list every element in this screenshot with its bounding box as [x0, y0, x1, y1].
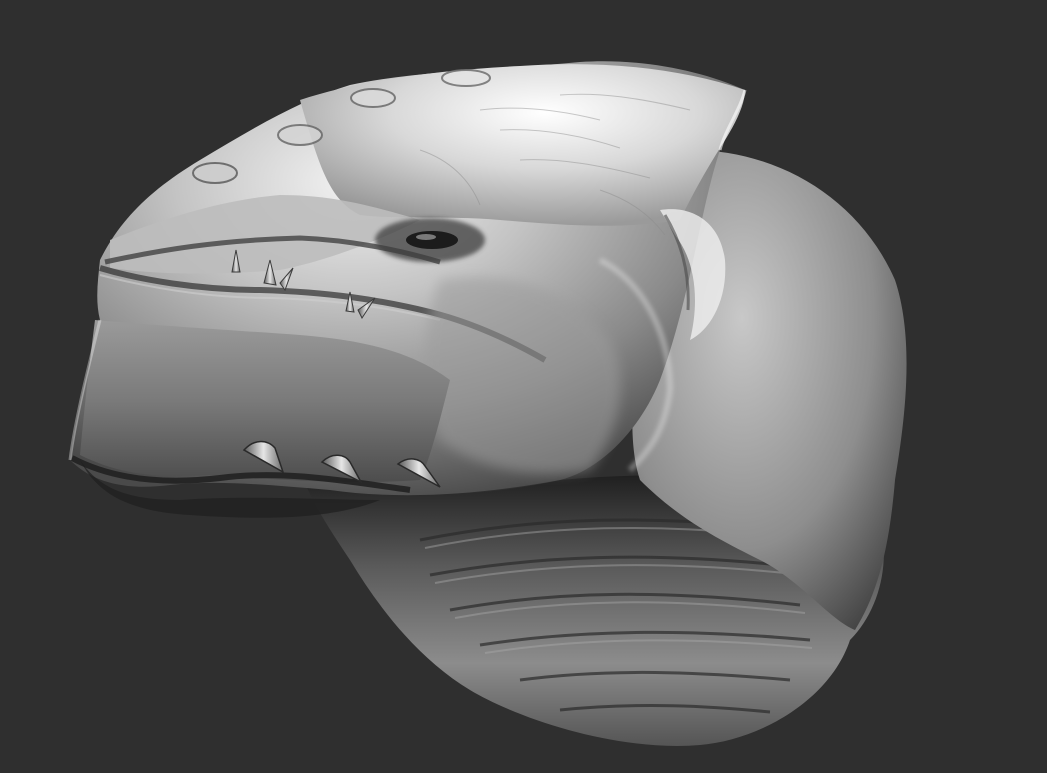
brow-plate	[300, 64, 745, 226]
sculpted-creature-head-model[interactable]	[0, 0, 1047, 773]
3d-viewport[interactable]	[0, 0, 1047, 773]
eye-icon	[406, 231, 458, 249]
